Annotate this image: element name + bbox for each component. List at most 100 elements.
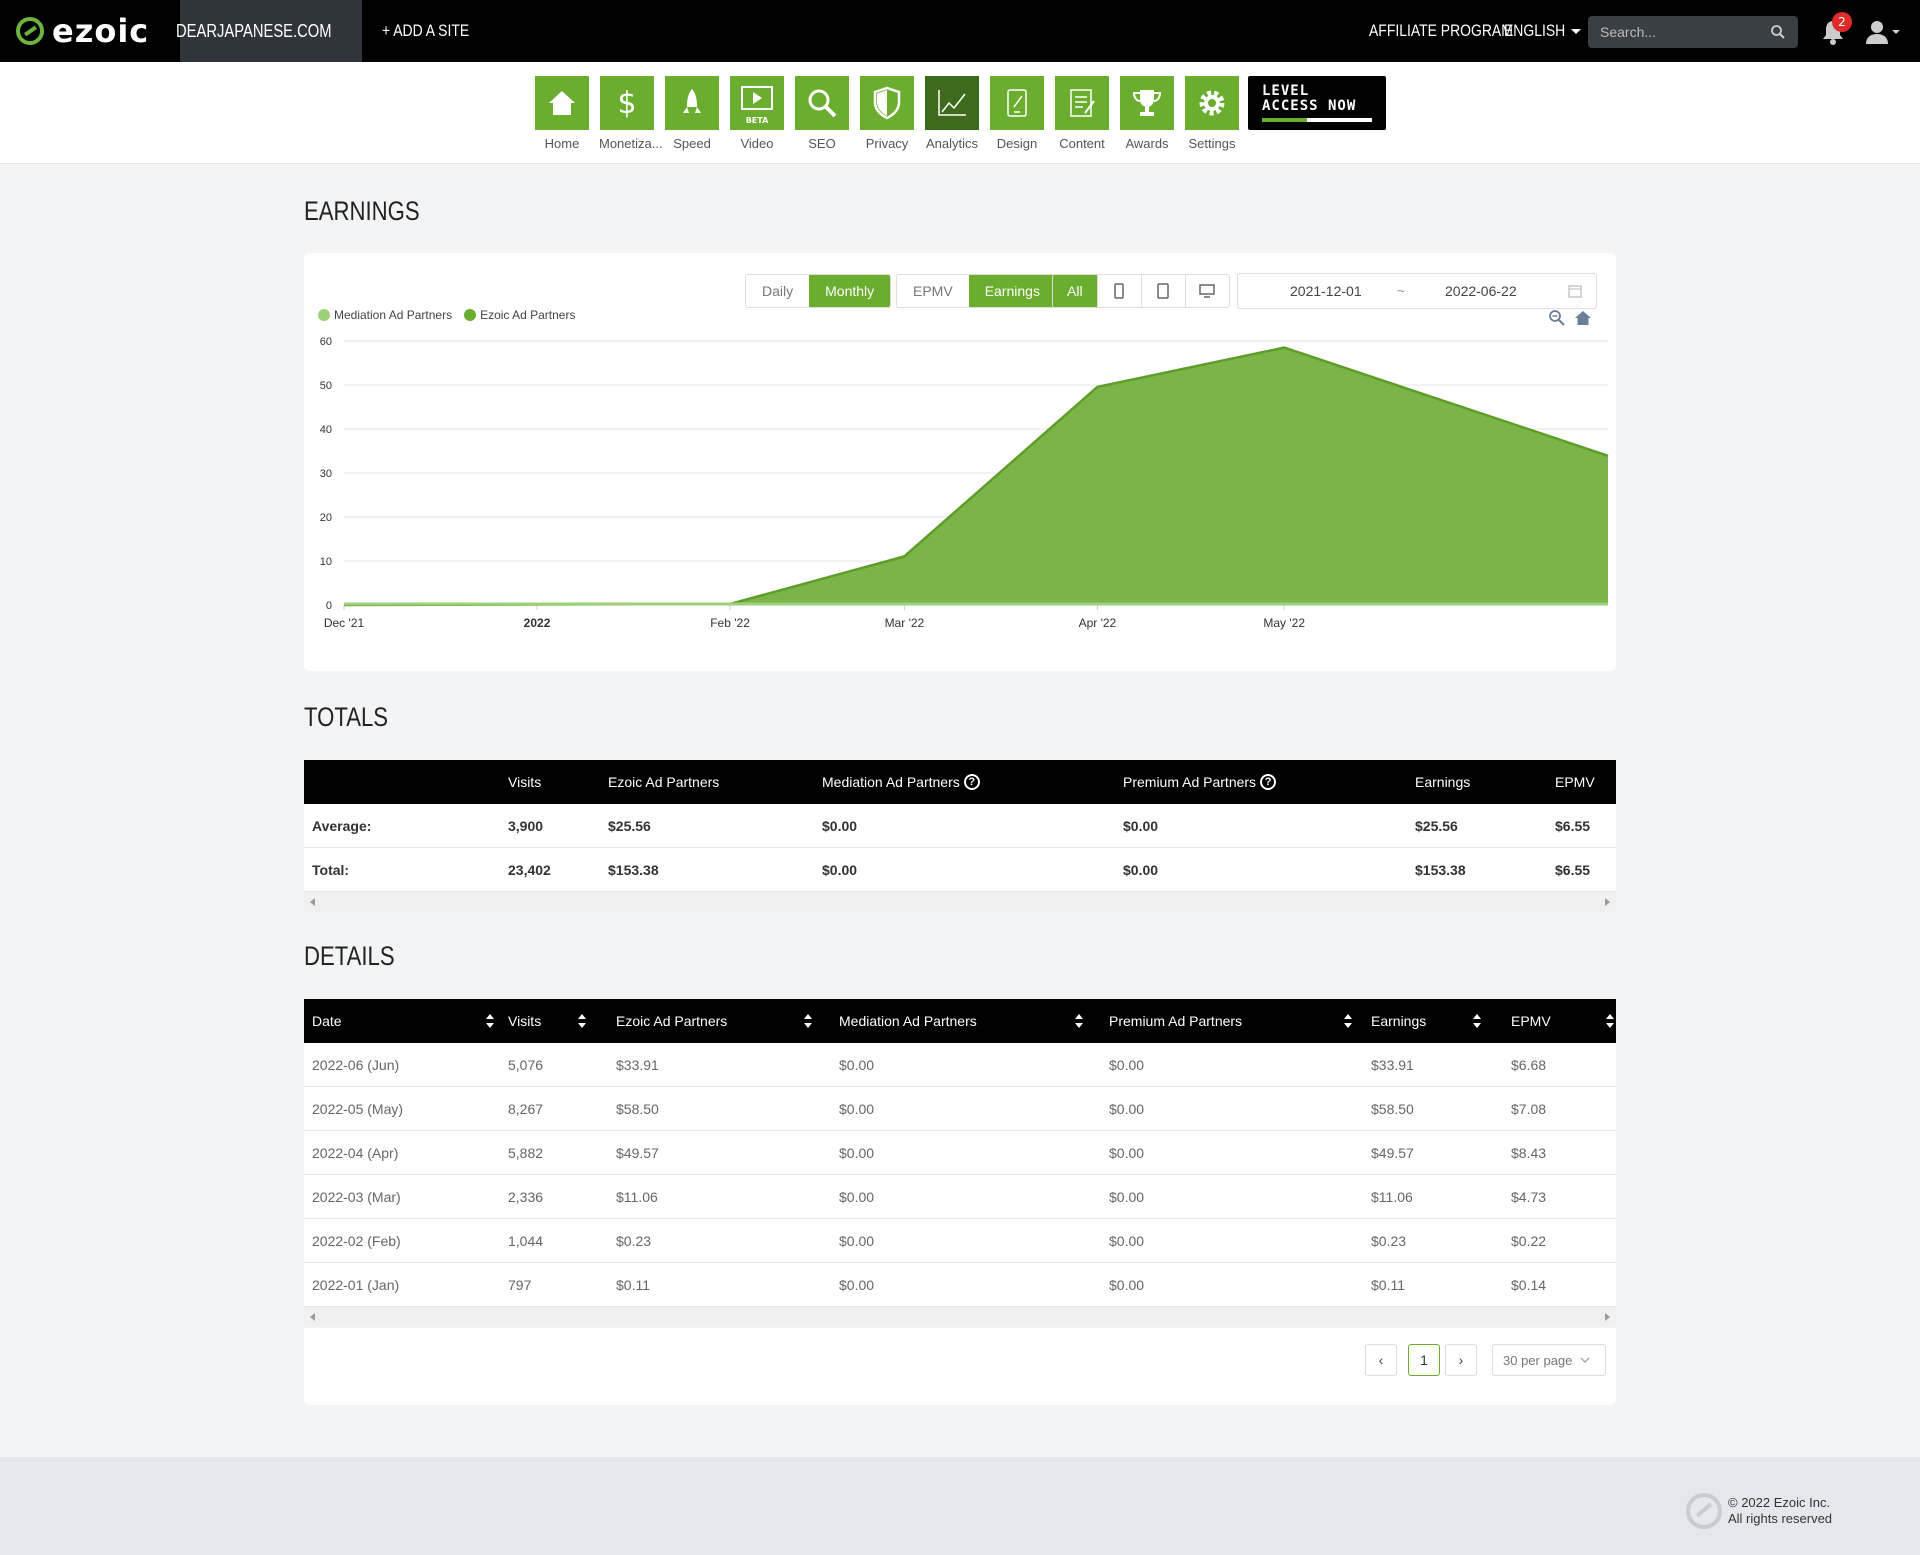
- details-horizontal-scrollbar[interactable]: [304, 1307, 1616, 1327]
- footer: © 2022 Ezoic Inc. All rights reserved: [0, 1457, 1920, 1555]
- nav-design[interactable]: Design: [989, 76, 1045, 151]
- sort-icon[interactable]: [1074, 1011, 1084, 1031]
- reset-zoom-home-icon[interactable]: [1574, 309, 1592, 327]
- per-page-select[interactable]: 30 per page: [1492, 1344, 1606, 1376]
- totals-row: Total: 23,402 $153.38 $0.00 $0.00 $153.38 $6.5…: [304, 848, 1616, 892]
- nav-settings[interactable]: Settings: [1184, 76, 1240, 151]
- next-page-button[interactable]: ›: [1445, 1344, 1477, 1376]
- nav-seo[interactable]: SEO: [794, 76, 850, 151]
- ezoic-logo[interactable]: ezoic: [16, 12, 149, 50]
- sort-icon[interactable]: [485, 1011, 495, 1031]
- daily-button[interactable]: Daily: [746, 275, 810, 307]
- details-cell: $49.57: [1371, 1145, 1414, 1161]
- totals-row: Average: 3,900 $25.56 $0.00 $0.00 $25.56 $6.55: [304, 804, 1616, 848]
- sort-icon[interactable]: [577, 1011, 587, 1031]
- y-tick-label: 30: [320, 468, 332, 480]
- earnings-chart-card: Daily Monthly EPMV Earnings All 2021-12-…: [304, 253, 1616, 671]
- zoom-icon[interactable]: [1548, 309, 1566, 327]
- prev-page-button[interactable]: ‹: [1365, 1344, 1397, 1376]
- details-cell: $0.11: [616, 1277, 650, 1293]
- details-cell: $0.00: [1109, 1057, 1145, 1073]
- user-avatar-icon[interactable]: [1864, 18, 1900, 46]
- nav-awards[interactable]: Awards: [1119, 76, 1175, 151]
- help-icon[interactable]: ?: [963, 774, 980, 790]
- totals-cell: Average:: [312, 818, 372, 834]
- desktop-device-button[interactable]: [1184, 275, 1229, 307]
- details-title: DETAILS: [304, 941, 395, 971]
- totals-header-visits: Visits: [508, 774, 542, 790]
- add-site-link[interactable]: + ADD A SITE: [382, 0, 488, 62]
- rights-text: All rights reserved: [1728, 1511, 1833, 1526]
- nav-monetization[interactable]: $ Monetiza...: [599, 76, 663, 151]
- details-header-cell[interactable]: Earnings: [1371, 999, 1426, 1043]
- ezoic-area: [344, 347, 1608, 605]
- legend-ezoic[interactable]: Ezoic Ad Partners: [464, 308, 575, 322]
- nav-home[interactable]: Home: [534, 76, 590, 151]
- details-cell: 1,044: [508, 1233, 544, 1249]
- language-dropdown[interactable]: ENGLISH: [1504, 0, 1581, 62]
- search-input[interactable]: [1588, 16, 1798, 48]
- details-cell: $8.43: [1511, 1145, 1547, 1161]
- details-header-cell[interactable]: Ezoic Ad Partners: [616, 999, 727, 1043]
- details-cell: 5,076: [508, 1057, 544, 1073]
- level-access-banner[interactable]: LEVEL ACCESS NOW: [1248, 76, 1386, 130]
- details-cell: 2022-02 (Feb): [312, 1233, 401, 1249]
- tablet-device-button[interactable]: [1140, 275, 1185, 307]
- details-cell: $0.00: [1109, 1189, 1145, 1205]
- earnings-chart: 0 10 20 30 40 50 60 Dec '21 2022 Feb '22 Mar '22 Ap…: [320, 336, 1609, 630]
- epmv-button[interactable]: EPMV: [897, 275, 969, 307]
- trophy-icon: [1132, 90, 1162, 116]
- pagination: ‹ 1 › 30 per page: [304, 1328, 1616, 1405]
- x-tick-label: Feb '22: [710, 616, 750, 630]
- details-header-cell[interactable]: Mediation Ad Partners: [839, 999, 977, 1043]
- nav-speed[interactable]: Speed: [664, 76, 720, 151]
- search-icon[interactable]: [1770, 24, 1786, 40]
- sort-icon[interactable]: [1605, 1011, 1615, 1031]
- device-toggle: All: [1052, 274, 1230, 308]
- design-icon: [1007, 89, 1027, 117]
- site-tab[interactable]: DEARJAPANESE.COM: [176, 0, 362, 62]
- app-nav: Home $ Monetiza... Speed BETA Video SEO …: [0, 62, 1920, 164]
- chart-legend: Mediation Ad Partners Ezoic Ad Partners: [318, 308, 587, 322]
- date-range-picker[interactable]: 2021-12-01 ~ 2022-06-22: [1237, 273, 1597, 309]
- totals-horizontal-scrollbar[interactable]: [304, 892, 1616, 912]
- sort-icon[interactable]: [1472, 1011, 1482, 1031]
- chevron-down-icon: [1580, 1357, 1590, 1363]
- sort-icon[interactable]: [803, 1011, 813, 1031]
- mobile-device-button[interactable]: [1096, 275, 1141, 307]
- sort-icon[interactable]: [1343, 1011, 1353, 1031]
- earnings-title: EARNINGS: [304, 196, 420, 226]
- details-header-cell[interactable]: Premium Ad Partners: [1109, 999, 1242, 1043]
- totals-cell: $25.56: [1415, 818, 1458, 834]
- details-cell: 2022-06 (Jun): [312, 1057, 400, 1073]
- details-cell: 2,336: [508, 1189, 544, 1205]
- nav-analytics[interactable]: Analytics: [924, 76, 980, 151]
- date-from: 2021-12-01: [1290, 283, 1362, 299]
- help-icon[interactable]: ?: [1260, 774, 1277, 790]
- totals-cell: 23,402: [508, 862, 551, 878]
- details-cell: $0.23: [1371, 1233, 1407, 1249]
- details-cell: $33.91: [1371, 1057, 1414, 1073]
- rocket-icon: [683, 89, 701, 113]
- tablet-icon: [1157, 283, 1169, 299]
- details-table: Date Visits Ezoic Ad Partners Mediation Ad …: [304, 999, 1616, 1327]
- details-cell: $0.00: [839, 1233, 875, 1249]
- details-cell: $11.06: [616, 1189, 658, 1205]
- table-row: 2022-02 (Feb) 1,044 $0.23 $0.00 $0.00 $0.23 $0…: [304, 1219, 1616, 1263]
- monthly-button[interactable]: Monthly: [809, 275, 891, 307]
- nav-content[interactable]: Content: [1054, 76, 1110, 151]
- details-cell: $33.91: [616, 1057, 659, 1073]
- gear-icon: [1199, 90, 1225, 116]
- page-1-button[interactable]: 1: [1408, 1344, 1440, 1376]
- details-header-cell[interactable]: Visits: [508, 999, 541, 1043]
- legend-mediation[interactable]: Mediation Ad Partners: [318, 308, 452, 322]
- details-cell: $58.50: [616, 1101, 659, 1117]
- totals-cell: Total:: [312, 862, 350, 878]
- details-cell: 2022-04 (Apr): [312, 1145, 399, 1161]
- nav-privacy[interactable]: Privacy: [859, 76, 915, 151]
- details-header-cell[interactable]: Date: [312, 999, 342, 1043]
- all-devices-button[interactable]: All: [1053, 275, 1097, 307]
- earnings-button[interactable]: Earnings: [968, 275, 1056, 307]
- nav-video[interactable]: BETA Video: [729, 76, 785, 151]
- details-header-cell[interactable]: EPMV: [1511, 999, 1551, 1043]
